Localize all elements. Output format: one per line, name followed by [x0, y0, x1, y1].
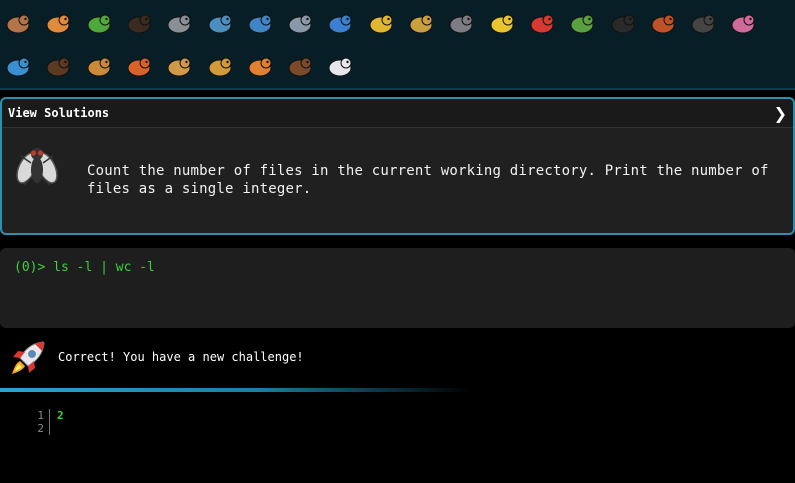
output-line: 2 — [30, 422, 64, 435]
pufferfish-icon[interactable] — [406, 8, 436, 38]
terminal-input[interactable]: (0)> ls -l | wc -l — [0, 248, 795, 328]
solutions-panel: View Solutions ❯ Count the number of fil… — [0, 97, 795, 235]
command-text[interactable]: ls -l | wc -l — [53, 260, 155, 275]
ladybug-icon[interactable] — [527, 8, 557, 38]
whale-icon[interactable] — [205, 8, 235, 38]
scorpion-icon[interactable] — [648, 8, 678, 38]
unicorn-icon[interactable] — [325, 51, 355, 81]
angelfish-icon[interactable] — [366, 8, 396, 38]
line-number: 2 — [30, 422, 50, 435]
snail-icon[interactable] — [3, 8, 33, 38]
chevron-right-icon[interactable]: ❯ — [774, 104, 787, 123]
fly-icon — [16, 148, 58, 186]
view-solutions-header[interactable]: View Solutions ❯ — [2, 99, 793, 128]
status-message: Correct! You have a new challenge! — [58, 350, 304, 364]
dolphin-grey-icon[interactable] — [285, 8, 315, 38]
spiderweb-icon[interactable] — [164, 8, 194, 38]
line-number: 1 — [30, 409, 50, 422]
view-solutions-title[interactable]: View Solutions — [8, 106, 109, 120]
chimpanzee-icon[interactable] — [43, 51, 73, 81]
output-line: 1 2 — [30, 409, 64, 422]
prompt-label: (0)> — [14, 260, 46, 275]
earthworm-icon[interactable] — [728, 8, 758, 38]
dog-icon[interactable] — [84, 51, 114, 81]
cat-icon[interactable] — [164, 51, 194, 81]
fly-icon[interactable] — [688, 8, 718, 38]
horse-icon[interactable] — [285, 51, 315, 81]
animal-icon-bar — [0, 0, 795, 90]
fox-icon[interactable] — [124, 51, 154, 81]
output-panel: 1 2 2 — [30, 409, 64, 435]
lion-icon[interactable] — [205, 51, 235, 81]
section-divider — [0, 388, 470, 392]
spider-icon[interactable] — [608, 8, 638, 38]
worm-icon[interactable] — [567, 8, 597, 38]
dolphin-icon[interactable] — [245, 8, 275, 38]
output-value — [50, 422, 57, 435]
output-value: 2 — [57, 409, 64, 422]
bacteria-icon[interactable] — [3, 51, 33, 81]
bee-icon[interactable] — [487, 8, 517, 38]
ant-icon[interactable] — [124, 8, 154, 38]
rocket-icon — [12, 341, 45, 374]
tiger-icon[interactable] — [245, 51, 275, 81]
butterfly-icon[interactable] — [43, 8, 73, 38]
wolf-icon[interactable] — [446, 8, 476, 38]
caterpillar-icon[interactable] — [84, 8, 114, 38]
command-line[interactable]: (0)> ls -l | wc -l — [14, 260, 155, 275]
challenge-description: Count the number of files in the current… — [87, 163, 769, 197]
fish-icon[interactable] — [325, 8, 355, 38]
